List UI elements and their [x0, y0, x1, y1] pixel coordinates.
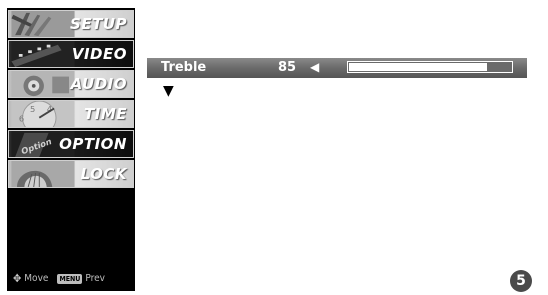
- lock-icon: [11, 161, 75, 187]
- main-menu: SETUP VIDEO AUDIO 6 5 4 TIME Option OPTI…: [7, 8, 135, 291]
- menu-item-lock[interactable]: LOCK: [8, 160, 134, 188]
- menu-item-video[interactable]: VIDEO: [8, 40, 134, 68]
- treble-label: Treble: [161, 60, 207, 75]
- nav-move-label: Move: [24, 273, 49, 284]
- menu-item-label: LOCK: [80, 165, 127, 183]
- down-arrow-icon: ▼: [163, 83, 174, 99]
- svg-text:5: 5: [30, 104, 35, 114]
- audio-icon: [11, 71, 75, 97]
- treble-slider[interactable]: [347, 61, 513, 73]
- menu-item-option[interactable]: Option OPTION: [8, 130, 134, 158]
- time-icon: 6 5 4: [11, 101, 75, 127]
- menu-item-label: VIDEO: [71, 45, 127, 63]
- menu-item-label: AUDIO: [70, 75, 127, 93]
- navigation-hint: ✥ Move MENU Prev: [13, 272, 105, 285]
- menu-item-label: OPTION: [59, 135, 127, 153]
- menu-item-time[interactable]: 6 5 4 TIME: [8, 100, 134, 128]
- treble-adjust-bar[interactable]: Treble 85 ◀: [147, 58, 527, 78]
- directional-pad-icon: ✥: [13, 272, 22, 285]
- svg-text:6: 6: [19, 113, 24, 123]
- menu-item-setup[interactable]: SETUP: [8, 10, 134, 38]
- menu-item-label: TIME: [84, 105, 127, 123]
- setup-icon: [11, 11, 75, 37]
- page-number-badge: 5: [510, 270, 532, 292]
- video-icon: [11, 41, 75, 67]
- treble-slider-fill: [349, 63, 487, 71]
- menu-item-label: SETUP: [70, 15, 127, 33]
- treble-value: 85: [278, 60, 297, 75]
- left-arrow-icon[interactable]: ◀: [310, 60, 319, 74]
- menu-item-audio[interactable]: AUDIO: [8, 70, 134, 98]
- menu-key-icon: MENU: [57, 273, 83, 284]
- nav-prev-label: Prev: [85, 273, 105, 284]
